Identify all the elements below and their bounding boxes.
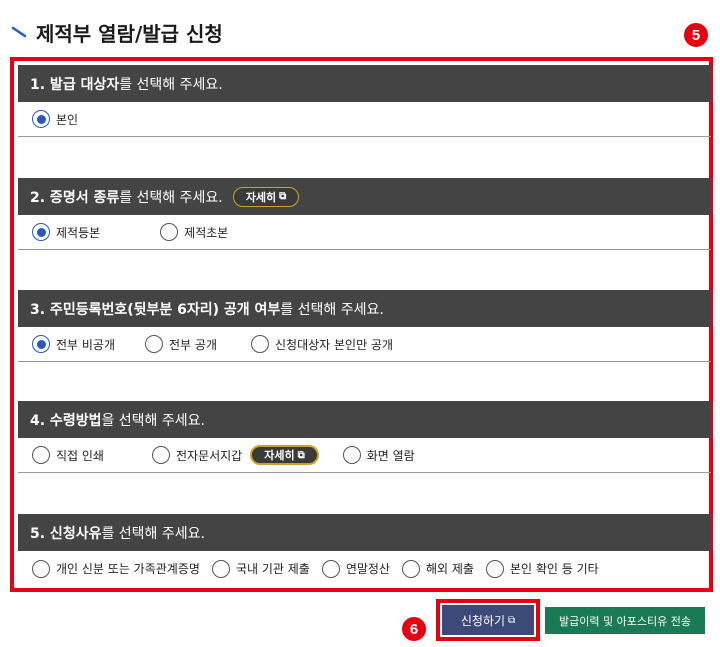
- option-all-private[interactable]: 전부 비공개: [32, 335, 115, 353]
- radio-year-end-tax[interactable]: [321, 559, 340, 578]
- option-domestic-submit[interactable]: 국내 기관 제출: [211, 559, 310, 578]
- section-2-instruction: 를 선택해 주세요.: [119, 189, 223, 206]
- section-3-instruction: 를 선택해 주세요.: [280, 301, 384, 318]
- option-e-wallet-label: 전자문서지갑: [175, 448, 243, 463]
- section-5-instruction: 를 선택해 주세요.: [101, 525, 205, 542]
- option-screen-view[interactable]: 화면 열람: [342, 446, 415, 464]
- option-extract-label: 제적초본: [184, 225, 229, 240]
- section-1-options: 본인: [18, 102, 711, 137]
- option-domestic-submit-label: 국내 기관 제출: [235, 562, 310, 576]
- certificate-type-detail-button[interactable]: 자세히 ⧉: [232, 186, 300, 207]
- option-identity-other-label: 본인 확인 등 기타: [509, 562, 599, 576]
- page-title: 제적부 열람/발급 신청: [10, 14, 223, 50]
- option-all-public[interactable]: 전부 공개: [145, 335, 217, 353]
- radio-identity-other[interactable]: [485, 559, 504, 578]
- section-5-title: 5. 신청사유: [30, 525, 102, 542]
- step-badge-5: 5: [684, 23, 708, 47]
- option-overseas-submit-label: 해외 제출: [425, 562, 474, 576]
- history-apostille-button[interactable]: 발급이력 및 아포스티유 전송: [545, 607, 705, 634]
- section-4-title: 4. 수령방법: [30, 412, 102, 429]
- option-self[interactable]: 본인: [32, 110, 78, 128]
- radio-self-only-public[interactable]: [251, 335, 269, 353]
- radio-e-wallet[interactable]: [151, 446, 170, 464]
- option-e-wallet[interactable]: 전자문서지갑: [151, 446, 243, 464]
- radio-all-public[interactable]: [145, 335, 164, 353]
- detail-button-label: 자세히: [245, 190, 277, 204]
- page-title-text: 제적부 열람/발급 신청: [36, 21, 223, 46]
- option-self-only-public[interactable]: 신청대상자 본인만 공개: [251, 335, 393, 353]
- section-3-title: 3. 주민등록번호(뒷부분 6자리) 공개 여부: [30, 301, 281, 318]
- section-1-instruction: 를 선택해 주세요.: [119, 76, 223, 93]
- section-4-instruction: 을 선택해 주세요.: [101, 412, 205, 429]
- detail-button-label: 자세히: [264, 449, 295, 462]
- section-4-options: 직접 인쇄 전자문서지갑 자세히 ⧉ 화면 열람: [18, 438, 711, 473]
- external-link-icon: ⧉: [279, 191, 287, 202]
- option-full-copy[interactable]: 제적등본: [32, 223, 100, 241]
- option-screen-view-label: 화면 열람: [366, 448, 415, 463]
- title-mark-icon: [11, 26, 27, 38]
- section-4-header: 4. 수령방법 을 선택해 주세요.: [18, 401, 711, 438]
- option-direct-print[interactable]: 직접 인쇄: [32, 446, 104, 464]
- option-direct-print-label: 직접 인쇄: [56, 448, 104, 463]
- radio-screen-view[interactable]: [342, 446, 361, 464]
- section-5-header: 5. 신청사유 를 선택해 주세요.: [18, 514, 711, 551]
- section-2-title: 2. 증명서 종류: [30, 189, 120, 206]
- radio-self[interactable]: [32, 110, 50, 128]
- section-2-header: 2. 증명서 종류 를 선택해 주세요. 자세히 ⧉: [18, 178, 711, 215]
- section-1-header: 1. 발급 대상자 를 선택해 주세요.: [18, 65, 711, 102]
- apply-button[interactable]: 신청하기 ⧉: [442, 605, 534, 635]
- section-3-options: 전부 비공개 전부 공개 신청대상자 본인만 공개: [18, 327, 711, 362]
- delivery-method-detail-button[interactable]: 자세히 ⧉: [250, 445, 319, 465]
- option-self-only-public-label: 신청대상자 본인만 공개: [275, 337, 394, 352]
- section-2-options: 제적등본 제적초본: [18, 215, 711, 250]
- option-year-end-tax-label: 연말정산: [345, 562, 390, 576]
- radio-full-copy[interactable]: [32, 223, 50, 241]
- option-identity-other[interactable]: 본인 확인 등 기타: [485, 559, 599, 578]
- radio-overseas-submit[interactable]: [401, 559, 420, 578]
- option-overseas-submit[interactable]: 해외 제출: [401, 559, 474, 578]
- option-identity-family-label: 개인 신분 또는 가족관계증명: [56, 562, 200, 576]
- external-link-icon: ⧉: [297, 449, 305, 461]
- option-full-copy-label: 제적등본: [56, 225, 101, 240]
- option-all-private-label: 전부 비공개: [56, 337, 116, 352]
- external-link-icon: ⧉: [508, 614, 516, 626]
- radio-domestic-submit[interactable]: [211, 559, 230, 578]
- option-self-label: 본인: [56, 112, 79, 127]
- radio-identity-family[interactable]: [32, 559, 50, 578]
- option-extract[interactable]: 제적초본: [160, 223, 228, 241]
- application-form: 1. 발급 대상자 를 선택해 주세요. 본인 2. 증명서 종류 를 선택해 주세…: [10, 57, 713, 592]
- option-year-end-tax[interactable]: 연말정산: [321, 559, 390, 578]
- step-badge-6: 6: [402, 617, 426, 641]
- section-5-options: 개인 신분 또는 가족관계증명 국내 기관 제출 연말정산 해외 제출 본인 확…: [18, 551, 711, 586]
- option-identity-family[interactable]: 개인 신분 또는 가족관계증명: [32, 559, 200, 578]
- option-all-public-label: 전부 공개: [169, 337, 217, 352]
- radio-extract[interactable]: [160, 223, 179, 241]
- section-3-header: 3. 주민등록번호(뒷부분 6자리) 공개 여부 를 선택해 주세요.: [18, 290, 711, 327]
- radio-all-private[interactable]: [32, 335, 50, 353]
- apply-button-label: 신청하기: [460, 613, 506, 628]
- section-1-title: 1. 발급 대상자: [30, 76, 120, 93]
- radio-direct-print[interactable]: [32, 446, 50, 464]
